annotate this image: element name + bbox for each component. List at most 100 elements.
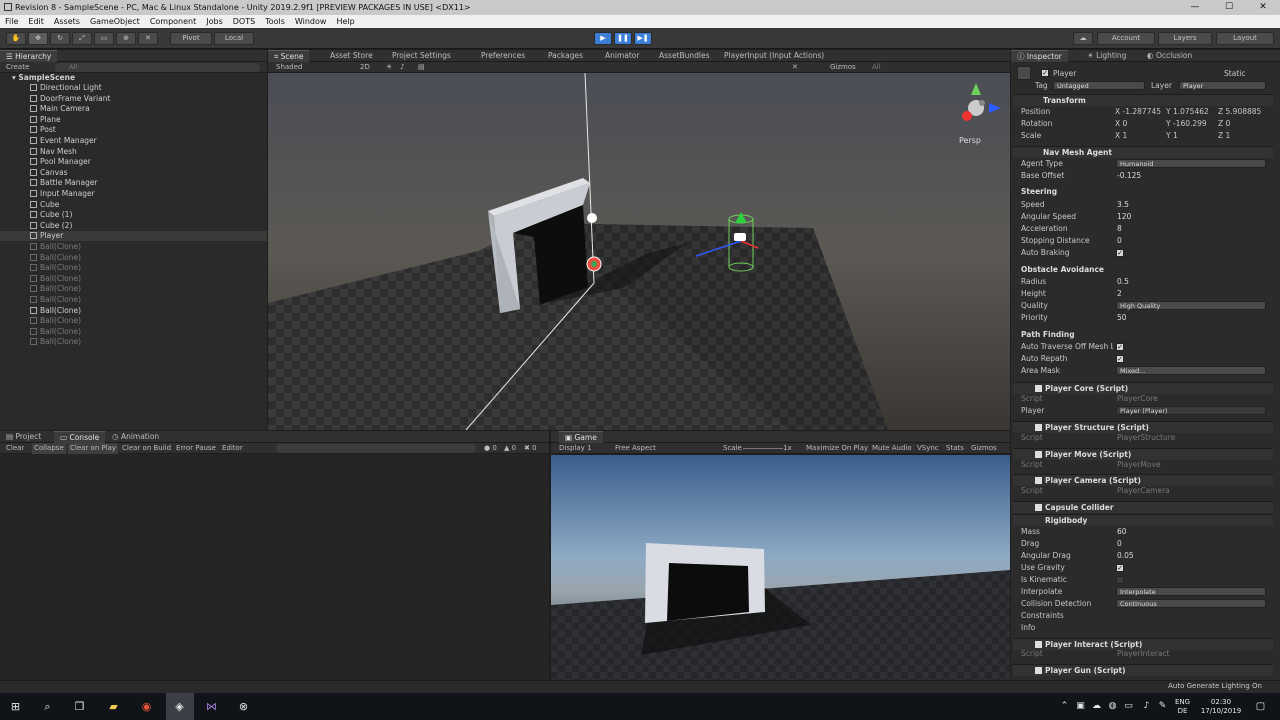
player-reference-field[interactable]: Player (Player) — [1116, 406, 1266, 415]
hierarchy-item[interactable]: Ball(Clone) — [30, 306, 81, 316]
account-dropdown[interactable]: Account — [1097, 32, 1155, 45]
maximize-button[interactable]: ☐ — [1212, 0, 1246, 15]
use-gravity-checkbox[interactable]: ✓ — [1116, 564, 1124, 572]
directional-light-icon[interactable] — [587, 213, 597, 223]
tab-preferences[interactable]: Preferences — [475, 50, 531, 62]
menu-dots[interactable]: DOTS — [228, 15, 260, 28]
collision-detection-dropdown[interactable]: Continuous — [1116, 599, 1266, 608]
hierarchy-item[interactable]: Cube (2) — [30, 221, 72, 231]
menu-jobs[interactable]: Jobs — [201, 15, 228, 28]
maximize-on-play-toggle[interactable]: Maximize On Play — [806, 443, 868, 454]
auto-repath-checkbox[interactable]: ✓ — [1116, 355, 1124, 363]
tab-asset-store[interactable]: Asset Store — [324, 50, 379, 62]
move-tool-icon[interactable]: ✥ — [28, 32, 48, 45]
console-search-input[interactable] — [276, 444, 476, 453]
area-mask-dropdown[interactable]: Mixed... — [1116, 366, 1266, 375]
menu-help[interactable]: Help — [331, 15, 359, 28]
console-clear-on-play-toggle[interactable]: Clear on Play — [68, 443, 119, 454]
task-view-icon[interactable]: ❐ — [73, 700, 86, 713]
hierarchy-item[interactable]: Ball(Clone) — [30, 242, 81, 252]
layers-dropdown[interactable]: Layers — [1158, 32, 1212, 45]
navmesh-agent-header[interactable]: Nav Mesh Agent — [1013, 146, 1273, 158]
hierarchy-item[interactable]: Ball(Clone) — [30, 253, 81, 263]
tab-assetbundles[interactable]: AssetBundles — [653, 50, 716, 62]
tab-animator[interactable]: Animator — [599, 50, 645, 62]
game-gizmos-toggle[interactable]: Gizmos — [971, 443, 997, 454]
scale-x[interactable]: X 1 — [1115, 130, 1127, 141]
stopping-distance-field[interactable]: 0 — [1117, 235, 1122, 246]
hierarchy-item[interactable]: Ball(Clone) — [30, 263, 81, 273]
is-kinematic-checkbox[interactable] — [1116, 576, 1124, 584]
lighting-toggle-icon[interactable]: ☀ — [386, 62, 392, 73]
hierarchy-item[interactable]: Nav Mesh — [30, 147, 77, 157]
tray-app3-icon[interactable]: ◍ — [1106, 700, 1119, 713]
transform-tool-icon[interactable]: ⊕ — [116, 32, 136, 45]
priority-field[interactable]: 50 — [1117, 312, 1127, 323]
hierarchy-item[interactable]: Ball(Clone) — [30, 284, 81, 294]
hierarchy-item[interactable]: Ball(Clone) — [30, 274, 81, 284]
static-toggle[interactable]: Static — [1224, 68, 1245, 79]
object-name-field[interactable]: Player — [1053, 68, 1076, 79]
clock[interactable]: 02:30 17/10/2019 — [1198, 698, 1244, 716]
language-indicator[interactable]: ENG DE — [1175, 698, 1190, 716]
hierarchy-item[interactable]: Cube — [30, 200, 59, 210]
menu-assets[interactable]: Assets — [49, 15, 85, 28]
hierarchy-item[interactable]: Ball(Clone) — [30, 337, 81, 347]
console-collapse-toggle[interactable]: Collapse — [32, 443, 66, 454]
position-z[interactable]: Z 5.908885 — [1218, 106, 1261, 117]
position-y[interactable]: Y 1.075462 — [1166, 106, 1209, 117]
interpolate-dropdown[interactable]: Interpolate — [1116, 587, 1266, 596]
constraints-foldout[interactable]: Constraints — [1021, 610, 1064, 621]
audio-toggle-icon[interactable]: ♪ — [400, 62, 404, 73]
base-offset-field[interactable]: -0.125 — [1117, 170, 1141, 181]
drag-field[interactable]: 0 — [1117, 538, 1122, 549]
tab-hierarchy[interactable]: ☰ Hierarchy — [0, 50, 58, 62]
effects-toggle-icon[interactable]: ▤ — [418, 62, 425, 73]
hierarchy-item[interactable]: Main Camera — [30, 104, 90, 114]
menu-file[interactable]: File — [0, 15, 23, 28]
menu-window[interactable]: Window — [290, 15, 332, 28]
console-error-count[interactable]: ✖ 0 — [524, 443, 537, 454]
transform-header[interactable]: Transform — [1013, 94, 1273, 106]
console-log-count[interactable]: ● 0 — [484, 443, 497, 454]
angular-speed-field[interactable]: 120 — [1117, 211, 1131, 222]
hierarchy-item[interactable]: Ball(Clone) — [30, 327, 81, 337]
menu-edit[interactable]: Edit — [23, 15, 49, 28]
minimize-button[interactable]: — — [1178, 0, 1212, 15]
rect-tool-icon[interactable]: ▭ — [94, 32, 114, 45]
radius-field[interactable]: 0.5 — [1117, 276, 1129, 287]
tab-lighting[interactable]: ☀ Lighting — [1081, 50, 1132, 62]
mute-audio-toggle[interactable]: Mute Audio — [872, 443, 912, 454]
auto-braking-checkbox[interactable]: ✓ — [1116, 249, 1124, 257]
tab-packages[interactable]: Packages — [542, 50, 589, 62]
height-field[interactable]: 2 — [1117, 288, 1122, 299]
hierarchy-item[interactable]: Pool Manager — [30, 157, 91, 167]
speed-field[interactable]: 3.5 — [1117, 199, 1129, 210]
tag-dropdown[interactable]: Untagged — [1053, 81, 1145, 90]
unity-hub-icon[interactable]: ⊗ — [237, 700, 250, 713]
step-button[interactable]: ▶❚ — [634, 32, 652, 45]
tray-app2-icon[interactable]: ☁ — [1090, 700, 1103, 713]
scale-z[interactable]: Z 1 — [1218, 130, 1230, 141]
tab-project-settings[interactable]: Project Settings — [386, 50, 457, 62]
file-explorer-icon[interactable]: ▰ — [107, 700, 120, 713]
rotate-tool-icon[interactable]: ↻ — [50, 32, 70, 45]
pause-button[interactable]: ❚❚ — [614, 32, 632, 45]
tab-project[interactable]: ▤ Project — [0, 431, 47, 443]
menu-gameobject[interactable]: GameObject — [85, 15, 145, 28]
gizmos-dropdown[interactable]: Gizmos — [830, 62, 856, 73]
hierarchy-item[interactable]: Canvas — [30, 168, 68, 178]
persp-label[interactable]: Persp — [959, 136, 981, 145]
hierarchy-scene-root[interactable]: ▾ SampleScene — [12, 73, 75, 83]
play-button[interactable]: ▶ — [594, 32, 612, 45]
tray-app-icon[interactable]: ▣ — [1074, 700, 1087, 713]
scene-viewport[interactable]: Persp — [268, 73, 1010, 430]
network-icon[interactable]: ▭ — [1122, 700, 1135, 713]
quality-dropdown[interactable]: High Quality — [1116, 301, 1266, 310]
menu-component[interactable]: Component — [145, 15, 201, 28]
pivot-button[interactable]: Pivot — [170, 32, 212, 45]
acceleration-field[interactable]: 8 — [1117, 223, 1122, 234]
visual-studio-icon[interactable]: ⋈ — [205, 700, 218, 713]
hierarchy-item[interactable]: Directional Light — [30, 83, 102, 93]
tab-inspector[interactable]: ⓘ Inspector — [1011, 50, 1068, 62]
